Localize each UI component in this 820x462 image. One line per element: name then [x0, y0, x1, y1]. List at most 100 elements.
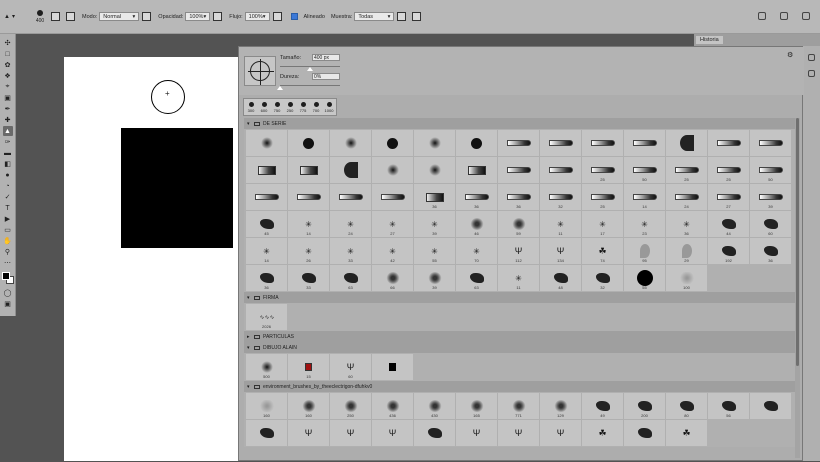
brush-preset[interactable]: ✳ 11 — [540, 211, 581, 237]
share-icon[interactable] — [802, 12, 810, 20]
brush-preset[interactable] — [708, 130, 749, 156]
brush-preset[interactable]: 25 — [582, 157, 623, 183]
brush-preset[interactable]: 66 — [372, 265, 413, 291]
hardness-input[interactable]: 0% — [312, 73, 340, 80]
brush-preset[interactable]: 50 — [624, 157, 665, 183]
brush-picker[interactable]: 400 — [32, 5, 48, 29]
brush-preset[interactable]: 33 — [288, 265, 329, 291]
pressure-icon[interactable] — [213, 12, 223, 21]
brush-preset[interactable]: 36 — [246, 265, 287, 291]
brush-preset[interactable] — [246, 420, 287, 446]
hand-tool-icon[interactable]: ✋ — [3, 236, 13, 246]
brush-preset[interactable] — [624, 130, 665, 156]
brush-preset[interactable]: Ψ 60 — [330, 354, 371, 380]
brush-preset[interactable]: Ψ — [372, 420, 413, 446]
brush-preset[interactable]: 45 — [246, 211, 287, 237]
brush-angle-preview[interactable] — [244, 56, 276, 86]
brush-preset[interactable]: ✳ 36 — [666, 211, 707, 237]
move-tool-icon[interactable]: ✣ — [3, 38, 13, 48]
gear-icon[interactable]: ⚙ — [787, 51, 793, 59]
brush-preset[interactable] — [666, 130, 707, 156]
brush-preset[interactable]: 63 — [456, 265, 497, 291]
color-swatches[interactable] — [1, 271, 15, 287]
type-tool-icon[interactable]: T — [3, 203, 13, 213]
brush-preset[interactable]: ☘ — [582, 420, 623, 446]
brush-preset[interactable] — [498, 130, 539, 156]
brush-preset[interactable]: 36 — [414, 184, 455, 210]
pen-tool-icon[interactable]: ✓ — [3, 192, 13, 202]
size-input[interactable]: 400 px — [312, 54, 340, 61]
brush-preset[interactable]: 25 — [708, 157, 749, 183]
sample-select[interactable]: Todas ▾ — [354, 12, 395, 21]
brush-preset[interactable]: Ψ — [498, 420, 539, 446]
brush-preset[interactable] — [372, 184, 413, 210]
brush-preset[interactable]: 36 — [456, 184, 497, 210]
brush-preset[interactable]: 15 — [288, 354, 329, 380]
shape-tool-icon[interactable]: ▭ — [3, 225, 13, 235]
crop-tool-icon[interactable]: ⌖ — [3, 82, 13, 92]
brush-preset[interactable]: 50 — [750, 157, 791, 183]
ignore-adjustment-icon[interactable] — [397, 12, 407, 21]
brush-preset[interactable]: 80 — [666, 393, 707, 419]
brush-preset[interactable]: ✳ 70 — [456, 238, 497, 264]
brush-preset[interactable]: Ψ — [540, 420, 581, 446]
brush-preset[interactable] — [330, 130, 371, 156]
frame-tool-icon[interactable]: ▣ — [3, 93, 13, 103]
brush-preset[interactable]: 39 — [750, 184, 791, 210]
brush-preset[interactable]: ✳ 14 — [246, 238, 287, 264]
brush-preset[interactable]: 165 — [456, 393, 497, 419]
properties-panel-icon[interactable] — [808, 70, 815, 77]
opacity-field[interactable]: 100% ▾ — [185, 12, 211, 21]
brush-preset[interactable] — [330, 184, 371, 210]
gradient-tool-icon[interactable]: ◧ — [3, 159, 13, 169]
brush-preset[interactable]: 192 — [708, 238, 749, 264]
brush-preset[interactable] — [288, 157, 329, 183]
brush-group-header[interactable]: ▾ DIBUJO ALAIN — [244, 342, 795, 353]
brush-preset[interactable]: 430 — [414, 393, 455, 419]
brush-group-header[interactable]: ▾ DE SERIE — [244, 118, 795, 129]
recent-brush[interactable]: 250 — [284, 100, 296, 114]
brush-preset[interactable]: ✳ 11 — [498, 265, 539, 291]
hardness-slider-thumb[interactable] — [277, 86, 283, 90]
vertical-scrollbar[interactable] — [795, 118, 800, 458]
foreground-color[interactable] — [1, 272, 10, 280]
brush-preset[interactable]: ☘ — [666, 420, 707, 446]
lasso-tool-icon[interactable]: ✿ — [3, 60, 13, 70]
brush-preset[interactable]: 24 — [666, 184, 707, 210]
marquee-tool-icon[interactable]: □ — [3, 49, 13, 59]
brush-preset[interactable]: ✳ 26 — [288, 238, 329, 264]
brush-preset[interactable]: 36 — [750, 238, 791, 264]
quick-mask-icon[interactable]: ◯ — [3, 288, 13, 298]
brush-preset[interactable]: 500 — [246, 354, 287, 380]
brush-preset[interactable]: 48 — [540, 265, 581, 291]
brush-group-header[interactable]: ▾ FIRMA — [244, 292, 795, 303]
brush-preset[interactable]: Ψ — [456, 420, 497, 446]
brush-preset[interactable] — [246, 130, 287, 156]
brush-preset[interactable]: ✳ 55 — [414, 238, 455, 264]
scrollbar-thumb[interactable] — [796, 118, 799, 366]
brush-preset[interactable]: 39 — [414, 265, 455, 291]
brush-preset[interactable]: 436 — [372, 393, 413, 419]
brush-preset[interactable] — [246, 157, 287, 183]
brush-preset[interactable]: ✳ 24 — [330, 211, 371, 237]
brush-preset[interactable] — [582, 130, 623, 156]
recent-brush[interactable]: 1000 — [323, 100, 335, 114]
eyedropper-tool-icon[interactable]: ✒ — [3, 104, 13, 114]
aligned-checkbox[interactable] — [290, 13, 298, 20]
recent-brush[interactable]: 700 — [310, 100, 322, 114]
brush-preset[interactable]: 200 — [624, 393, 665, 419]
history-brush-tool-icon[interactable]: ✑ — [3, 137, 13, 147]
more-tools-icon[interactable]: ⋯ — [3, 258, 13, 268]
size-slider-thumb[interactable] — [307, 67, 313, 71]
brush-preset[interactable] — [540, 157, 581, 183]
brush-preset[interactable]: 32 — [582, 265, 623, 291]
blur-tool-icon[interactable]: ● — [3, 170, 13, 180]
dodge-tool-icon[interactable]: ◔ — [3, 181, 13, 191]
brush-preset[interactable]: 95 — [624, 238, 665, 264]
recent-brush[interactable]: 300 — [245, 100, 257, 114]
zoom-tool-icon[interactable]: ⚲ — [3, 247, 13, 257]
clone-source-icon[interactable] — [66, 12, 75, 21]
brush-preset[interactable]: 32 — [540, 184, 581, 210]
eraser-tool-icon[interactable]: ▬ — [3, 148, 13, 158]
brush-group-header[interactable]: ▸ PARTICULAS — [244, 331, 795, 342]
